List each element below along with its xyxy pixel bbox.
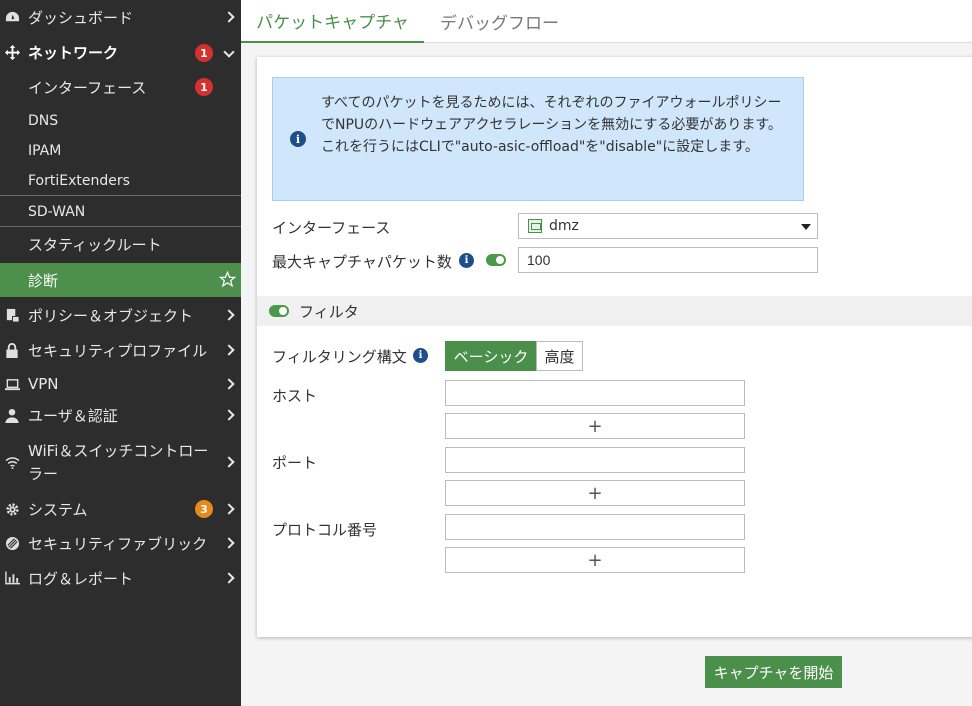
sidebar-item-dashboard[interactable]: ダッシュボード bbox=[0, 5, 241, 29]
fabric-icon bbox=[4, 535, 20, 551]
sidebar-subitem-interfaces[interactable]: インターフェース 1 bbox=[0, 74, 241, 100]
sidebar-item-security-profiles[interactable]: セキュリティプロファイル bbox=[0, 338, 241, 362]
chevron-down-icon bbox=[223, 46, 235, 58]
policy-icon bbox=[4, 307, 20, 323]
plus-icon: + bbox=[587, 549, 603, 571]
chevron-right-icon bbox=[223, 378, 235, 390]
sidebar-item-vpn[interactable]: VPN bbox=[0, 372, 241, 396]
bar-chart-icon bbox=[4, 570, 20, 586]
sidebar-item-wifi-switch[interactable]: WiFi＆スイッチコントロー ラー bbox=[0, 437, 241, 487]
caret-down-icon bbox=[801, 224, 811, 230]
max-packets-toggle[interactable] bbox=[486, 254, 506, 266]
sidebar-item-security-fabric[interactable]: セキュリティファブリック bbox=[0, 531, 241, 555]
sidebar-subitem-fortiextenders[interactable]: FortiExtenders bbox=[0, 170, 241, 192]
laptop-icon bbox=[4, 376, 20, 392]
add-port-button[interactable]: + bbox=[445, 480, 745, 506]
sidebar-item-label: ネットワーク bbox=[28, 43, 119, 62]
sidebar-item-label: セキュリティプロファイル bbox=[28, 341, 208, 360]
sidebar-item-label: システム bbox=[28, 500, 88, 519]
filter-label: フィルタ bbox=[299, 303, 359, 321]
sidebar-item-label: ユーザ＆認証 bbox=[28, 406, 118, 425]
port-label: ポート bbox=[272, 454, 318, 472]
plus-icon: + bbox=[587, 482, 603, 504]
chevron-right-icon bbox=[223, 572, 235, 584]
sidebar-item-system[interactable]: システム 3 bbox=[0, 497, 241, 521]
protocol-input[interactable] bbox=[445, 514, 745, 540]
syntax-basic-button[interactable]: ベーシック bbox=[445, 341, 537, 371]
divider bbox=[0, 226, 241, 227]
packet-capture-panel: i すべてのパケットを見るためには、それぞれのファイアウォールポリシーでNPUの… bbox=[257, 57, 972, 637]
add-host-button[interactable]: + bbox=[445, 413, 745, 439]
host-input[interactable] bbox=[445, 380, 745, 406]
info-icon: i bbox=[290, 131, 306, 147]
sidebar-subitem-static-routes[interactable]: スタティックルート bbox=[0, 231, 241, 257]
interface-label: インターフェース bbox=[272, 219, 391, 237]
plus-icon: + bbox=[587, 415, 603, 437]
sidebar-item-user-auth[interactable]: ユーザ＆認証 bbox=[0, 403, 241, 427]
lock-icon bbox=[4, 342, 20, 358]
info-icon[interactable]: i bbox=[459, 253, 474, 268]
tab-packet-capture[interactable]: パケットキャプチャ bbox=[241, 0, 424, 43]
star-icon[interactable] bbox=[218, 270, 237, 292]
tab-debug-flow[interactable]: デバッグフロー bbox=[440, 0, 559, 43]
sidebar-item-label-line2: ラー bbox=[28, 465, 59, 483]
user-icon bbox=[4, 407, 20, 423]
sidebar-item-network[interactable]: ネットワーク 1 bbox=[0, 39, 241, 65]
sidebar-subitem-dns[interactable]: DNS bbox=[0, 110, 241, 132]
sidebar: ダッシュボード ネットワーク 1 インターフェース 1 DNS IPAM For… bbox=[0, 0, 241, 706]
sidebar-item-label: WiFi＆スイッチコントロー bbox=[28, 442, 209, 460]
sidebar-subitem-ipam[interactable]: IPAM bbox=[0, 140, 241, 162]
info-text: すべてのパケットを見るためには、それぞれのファイアウォールポリシーでNPUのハー… bbox=[321, 95, 782, 155]
protocol-label: プロトコル番号 bbox=[272, 521, 378, 539]
wifi-icon bbox=[4, 454, 20, 470]
chevron-right-icon bbox=[223, 409, 235, 421]
chevron-right-icon bbox=[223, 344, 235, 356]
filter-syntax-label: フィルタリング構文 bbox=[272, 348, 407, 366]
syntax-advanced-button[interactable]: 高度 bbox=[536, 341, 583, 371]
sidebar-item-label: IPAM bbox=[28, 143, 62, 159]
notification-badge: 3 bbox=[195, 500, 213, 518]
chevron-right-icon bbox=[223, 503, 235, 515]
sidebar-subitem-sdwan[interactable]: SD-WAN bbox=[0, 200, 241, 224]
sidebar-subitem-diagnostics[interactable]: 診断 bbox=[0, 263, 241, 297]
info-icon[interactable]: i bbox=[413, 348, 428, 363]
host-label: ホスト bbox=[272, 387, 318, 405]
chevron-right-icon bbox=[223, 456, 235, 468]
network-move-icon bbox=[4, 44, 20, 60]
sidebar-item-label: スタティックルート bbox=[28, 235, 162, 254]
sidebar-item-label: DNS bbox=[28, 113, 59, 129]
sidebar-item-label: ダッシュボード bbox=[28, 8, 134, 27]
chevron-right-icon bbox=[223, 309, 235, 321]
interface-select-value: dmz bbox=[549, 218, 579, 234]
filter-toggle[interactable] bbox=[269, 305, 289, 317]
filter-section-header: フィルタ bbox=[257, 296, 972, 326]
sidebar-item-label: SD-WAN bbox=[28, 204, 86, 220]
sidebar-item-label: 診断 bbox=[28, 271, 59, 290]
tab-bar: パケットキャプチャ デバッグフロー bbox=[241, 0, 972, 43]
info-message: i すべてのパケットを見るためには、それぞれのファイアウォールポリシーでNPUの… bbox=[272, 77, 804, 201]
sidebar-item-label: インターフェース bbox=[28, 78, 147, 97]
port-input[interactable] bbox=[445, 447, 745, 473]
sidebar-item-label: VPN bbox=[28, 375, 59, 393]
interface-port-icon bbox=[528, 219, 542, 233]
divider bbox=[0, 195, 241, 196]
add-protocol-button[interactable]: + bbox=[445, 547, 745, 573]
start-capture-button[interactable]: キャプチャを開始 bbox=[705, 656, 842, 688]
sidebar-item-policy-objects[interactable]: ポリシー＆オブジェクト bbox=[0, 303, 241, 327]
gear-icon bbox=[4, 501, 20, 517]
sidebar-item-label: FortiExtenders bbox=[28, 173, 130, 189]
max-packets-input[interactable] bbox=[518, 247, 818, 273]
chevron-right-icon bbox=[223, 11, 235, 23]
sidebar-item-log-report[interactable]: ログ＆レポート bbox=[0, 566, 241, 590]
max-packets-label: 最大キャプチャパケット数 bbox=[272, 253, 452, 271]
chevron-right-icon bbox=[223, 537, 235, 549]
interface-select[interactable]: dmz bbox=[518, 213, 818, 239]
notification-badge: 1 bbox=[195, 78, 213, 96]
sidebar-item-label: ポリシー＆オブジェクト bbox=[28, 306, 194, 325]
sidebar-item-label: ログ＆レポート bbox=[28, 569, 134, 588]
dashboard-icon bbox=[4, 9, 20, 25]
sidebar-item-label: セキュリティファブリック bbox=[28, 534, 208, 553]
notification-badge: 1 bbox=[195, 44, 213, 62]
